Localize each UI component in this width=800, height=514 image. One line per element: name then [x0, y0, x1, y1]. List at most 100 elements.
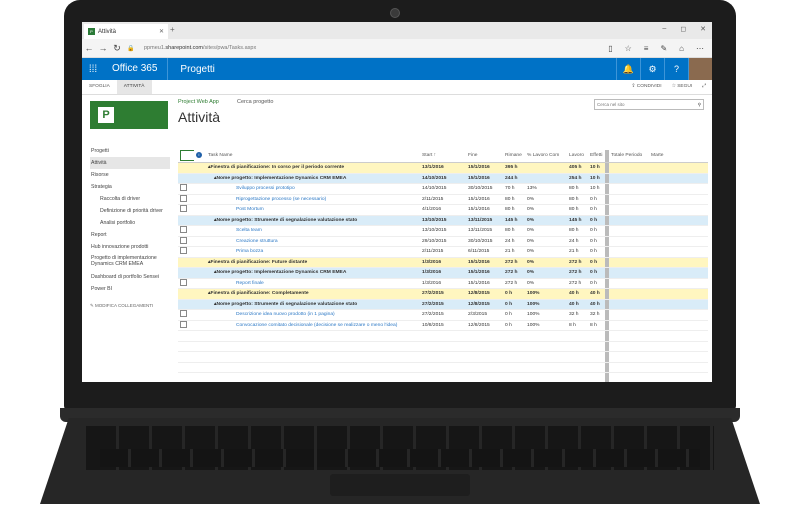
tab-sfoglia[interactable]: SFOGLIA — [82, 80, 117, 94]
row-checkbox[interactable] — [178, 184, 194, 194]
task-checkbox[interactable] — [180, 184, 187, 192]
project-group-row[interactable]: ▴Nome progetto: Strumente di segnalazion… — [178, 215, 708, 226]
nav-item-priorita-driver[interactable]: Definizione di priorità driver — [90, 205, 170, 217]
browser-tab[interactable]: P Attività ✕ — [84, 24, 168, 39]
task-row[interactable]: Prima bozza 2/11/2015 6/11/2015 21 h 0% 21 h 0… — [178, 247, 708, 258]
site-search-input[interactable]: Cerca nel sito ⚲ — [594, 99, 704, 110]
task-checkbox[interactable] — [180, 247, 187, 255]
minimize-button[interactable]: – — [662, 25, 666, 33]
planning-window-row[interactable]: ▴Finestra di pianificazione: In corso pe… — [178, 163, 708, 174]
task-name-cell[interactable]: ▴Nome progetto: Implementazione Dynamics… — [206, 174, 420, 184]
notifications-bell-icon[interactable]: 🔔 — [616, 58, 640, 80]
office365-brand[interactable]: Office 365 — [104, 58, 169, 80]
help-icon[interactable]: ? — [664, 58, 688, 80]
maximize-button[interactable]: ◻ — [680, 25, 686, 33]
task-name-cell[interactable]: Convocazione comitato decisionale (decis… — [206, 321, 420, 331]
task-name-cell[interactable]: Scelta team — [206, 226, 420, 236]
breadcrumb-home[interactable]: Project Web App — [178, 99, 219, 105]
task-name-cell[interactable]: Sviluppo processi prototipo — [206, 184, 420, 194]
refresh-icon[interactable]: ↻ — [110, 43, 124, 54]
task-checkbox[interactable] — [180, 205, 187, 213]
project-group-row[interactable]: ▴Nome progetto: Implementazione Dynamics… — [178, 268, 708, 279]
task-checkbox[interactable] — [180, 310, 187, 318]
task-name-cell[interactable]: Creazione struttura — [206, 237, 420, 247]
close-window-button[interactable]: ✕ — [700, 25, 706, 33]
task-name-cell[interactable]: Descrizione idea nuovo prodotto (in 1 pa… — [206, 310, 420, 320]
nav-item-progetti[interactable]: Progetti — [90, 145, 170, 157]
col-header-pct-complete[interactable]: % Lavoro Com — [525, 150, 567, 162]
task-name-cell[interactable]: Riprogettazione processo (se necessario) — [206, 195, 420, 205]
nav-item-strategia[interactable]: Strategia — [90, 181, 170, 193]
edit-links-button[interactable]: ✎ MODIFICA COLLEGAMENTI — [90, 303, 170, 309]
forward-icon[interactable]: → — [96, 43, 110, 53]
avatar[interactable] — [688, 58, 712, 80]
notes-icon[interactable]: ✎ — [660, 44, 667, 53]
col-header-task-name[interactable]: Task Name — [206, 150, 420, 162]
task-name-cell[interactable]: Report finale — [206, 279, 420, 289]
task-name-cell[interactable]: ▴Nome progetto: Implementazione Dynamics… — [206, 268, 420, 278]
task-row[interactable]: Post Mortum 4/1/2016 15/1/2016 80 h 0% 80 h 0 … — [178, 205, 708, 216]
task-checkbox[interactable] — [180, 194, 187, 202]
task-checkbox[interactable] — [180, 226, 187, 234]
nav-item-hub-innovazione[interactable]: Hub innovazione prodotti — [90, 241, 170, 253]
task-row[interactable]: Riprogettazione processo (se necessario)… — [178, 194, 708, 205]
col-header-period-total[interactable]: Totale Periodo — [609, 150, 649, 162]
app-launcher-icon[interactable]: ⁞⁞⁞ — [82, 58, 104, 80]
project-group-row[interactable]: ▴Nome progetto: Strumente di segnalazion… — [178, 299, 708, 310]
search-icon[interactable]: ⚲ — [698, 100, 701, 109]
row-checkbox[interactable] — [178, 226, 194, 236]
row-checkbox[interactable] — [178, 194, 194, 205]
task-name-cell[interactable]: ▴Nome progetto: Strumente di segnalazion… — [206, 300, 420, 310]
site-title[interactable]: Progetti — [168, 64, 214, 75]
task-name-cell[interactable]: ▴Finestra di pianificazione: Future dist… — [206, 258, 420, 268]
nav-item-attivita[interactable]: Attività — [90, 157, 170, 169]
breadcrumb-search-project[interactable]: Cerca progetto — [237, 99, 273, 105]
favorite-star-icon[interactable]: ☆ — [625, 44, 632, 53]
task-name-cell[interactable]: Post Mortum — [206, 205, 420, 215]
task-name-cell[interactable]: Prima bozza — [206, 247, 420, 257]
select-all-cell[interactable] — [178, 150, 194, 162]
task-row[interactable]: Sviluppo processi prototipo 14/10/2015 30/… — [178, 184, 708, 195]
col-header-end[interactable]: Fine — [466, 150, 503, 162]
close-tab-icon[interactable]: ✕ — [159, 28, 164, 35]
share-icon[interactable]: ⌂ — [679, 44, 684, 53]
back-icon[interactable]: ← — [82, 43, 96, 53]
task-checkbox[interactable] — [180, 236, 187, 244]
hub-icon[interactable]: ≡ — [644, 44, 649, 53]
task-row[interactable]: Creazione struttura 29/10/2015 30/10/2015 2… — [178, 236, 708, 247]
task-row[interactable]: Descrizione idea nuovo prodotto (in 1 pa… — [178, 310, 708, 321]
project-group-row[interactable]: ▴Nome progetto: Implementazione Dynamics… — [178, 173, 708, 184]
task-name-cell[interactable]: ▴Finestra di pianificazione: In corso pe… — [206, 163, 420, 173]
reading-view-icon[interactable]: ▯ — [608, 44, 612, 53]
col-header-tuesday[interactable]: Marte — [649, 150, 667, 162]
col-header-start[interactable]: Start ↑ — [420, 150, 466, 162]
task-name-cell[interactable]: ▴Finestra di pianificazione: Completamen… — [206, 289, 420, 299]
col-header-work[interactable]: Lavoro — [567, 150, 588, 162]
url-field[interactable]: ppmeu1.sharepoint.com/sites/pwa/Tasks.as… — [144, 45, 608, 51]
task-checkbox[interactable] — [180, 278, 187, 286]
row-checkbox[interactable] — [178, 320, 194, 331]
task-name-cell[interactable]: ▴Nome progetto: Strumente di segnalazion… — [206, 216, 420, 226]
project-logo[interactable]: P — [90, 101, 168, 129]
col-header-actual[interactable]: Effetti — [588, 150, 605, 162]
nav-item-analisi-portfolio[interactable]: Analisi portfolio — [90, 217, 170, 229]
planning-window-row[interactable]: ▴Finestra di pianificazione: Future dist… — [178, 257, 708, 268]
task-row[interactable]: Convocazione comitato decisionale (decis… — [178, 320, 708, 331]
row-checkbox[interactable] — [178, 310, 194, 320]
row-checkbox[interactable] — [178, 247, 194, 257]
row-checkbox[interactable] — [178, 205, 194, 215]
share-button[interactable]: ⇪ CONDIVIDI — [631, 80, 661, 94]
nav-item-raccolta-driver[interactable]: Raccolta di driver — [90, 193, 170, 205]
focus-icon[interactable]: ⤢ — [702, 80, 706, 94]
settings-gear-icon[interactable]: ⚙ — [640, 58, 664, 80]
nav-item-report[interactable]: Report — [90, 229, 170, 241]
nav-item-risorse[interactable]: Risorse — [90, 169, 170, 181]
col-header-remaining[interactable]: Rimane — [503, 150, 525, 162]
task-row[interactable]: Scelta team 13/10/2015 13/11/2015 80 h 0% 80 … — [178, 226, 708, 237]
new-tab-button[interactable]: + — [170, 25, 175, 34]
tab-attivita[interactable]: ATTIVITÀ — [116, 80, 152, 94]
nav-item-power-bi[interactable]: Power BI — [90, 283, 170, 295]
nav-item-progetto-crm[interactable]: Progetto di implementazione Dynamics CRM… — [90, 253, 170, 271]
task-checkbox[interactable] — [180, 320, 187, 328]
nav-item-dashboard-sensei[interactable]: Dashboard di portfolio Sensei — [90, 271, 170, 283]
